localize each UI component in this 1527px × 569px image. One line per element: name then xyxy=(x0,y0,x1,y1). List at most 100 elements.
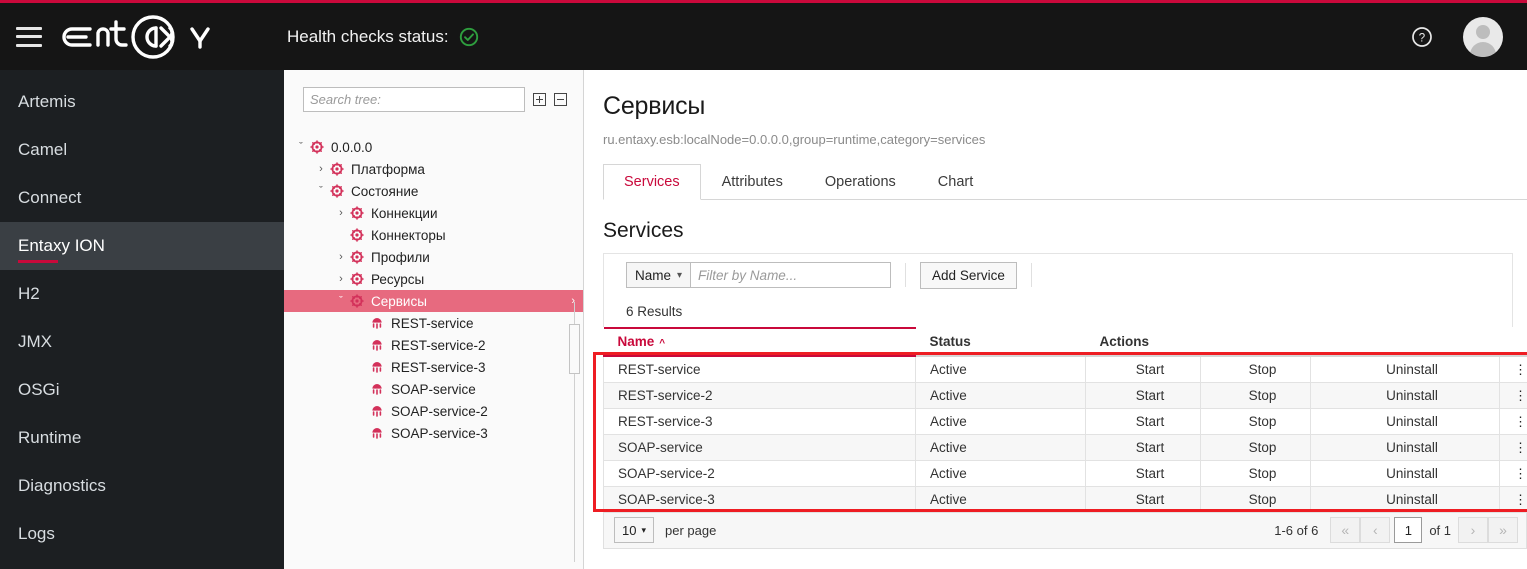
table-row[interactable]: REST-service Active Start Stop Uninstall ⋮ xyxy=(603,355,1527,383)
entaxy-logo[interactable] xyxy=(60,3,235,70)
tree-node[interactable]: SOAP-service-3 xyxy=(284,422,583,444)
tree-node[interactable]: › Профили xyxy=(284,246,583,268)
start-button[interactable]: Start xyxy=(1085,459,1201,487)
tab-chart[interactable]: Chart xyxy=(917,164,994,200)
tree-search-input[interactable] xyxy=(303,87,525,112)
filter-field-select[interactable]: Name ▾ xyxy=(626,262,692,288)
tree-node[interactable]: SOAP-service-2 xyxy=(284,400,583,422)
table-row[interactable]: REST-service-3 Active Start Stop Uninstall ⋮ xyxy=(603,407,1527,435)
start-button[interactable]: Start xyxy=(1085,433,1201,461)
stop-button[interactable]: Stop xyxy=(1200,381,1311,409)
kebab-menu-icon[interactable]: ⋮ xyxy=(1498,433,1527,461)
prev-page-button[interactable]: ‹ xyxy=(1360,517,1391,543)
stop-button[interactable]: Stop xyxy=(1200,355,1311,383)
sidebar-item-diagnostics[interactable]: Diagnostics xyxy=(0,462,284,510)
filter-input[interactable] xyxy=(691,262,892,288)
tab-attributes[interactable]: Attributes xyxy=(701,164,804,200)
profiles-icon xyxy=(348,250,366,264)
uninstall-button[interactable]: Uninstall xyxy=(1310,381,1500,409)
sidebar-item-camel[interactable]: Camel xyxy=(0,126,284,174)
kebab-menu-icon[interactable]: ⋮ xyxy=(1498,381,1527,409)
health-checks-status: Health checks status: xyxy=(287,27,479,47)
chevron-down-icon[interactable]: ˇ xyxy=(334,295,348,307)
collapse-all-icon[interactable] xyxy=(554,93,567,106)
tree-node[interactable]: REST-service-2 xyxy=(284,334,583,356)
sidebar-item-logs[interactable]: Logs xyxy=(0,510,284,558)
chevron-right-icon[interactable]: › xyxy=(334,273,348,285)
cell-name: REST-service-3 xyxy=(603,407,916,435)
tree-node-label: Коннекции xyxy=(371,205,438,221)
sidebar-item-runtime[interactable]: Runtime xyxy=(0,414,284,462)
tree-node[interactable]: REST-service-3 xyxy=(284,356,583,378)
start-button[interactable]: Start xyxy=(1085,485,1201,513)
sidebar-item-label: Artemis xyxy=(18,92,76,111)
column-header-status[interactable]: Status xyxy=(915,327,1086,357)
services-toolbar: Name ▾ Add Service xyxy=(603,253,1513,296)
table-row[interactable]: SOAP-service-3 Active Start Stop Uninstall ⋮ xyxy=(603,485,1527,513)
kebab-menu-icon[interactable]: ⋮ xyxy=(1498,485,1527,513)
stop-button[interactable]: Stop xyxy=(1200,459,1311,487)
sidebar-item-entaxy-ion[interactable]: Entaxy ION xyxy=(0,222,284,270)
chevron-right-icon[interactable]: › xyxy=(334,251,348,263)
main-content: Сервисы ru.entaxy.esb:localNode=0.0.0.0,… xyxy=(585,70,1527,569)
tree-scrollbar-thumb[interactable] xyxy=(569,324,580,374)
start-button[interactable]: Start xyxy=(1085,407,1201,435)
table-row[interactable]: SOAP-service-2 Active Start Stop Uninstall ⋮ xyxy=(603,459,1527,487)
sidebar-item-osgi[interactable]: OSGi xyxy=(0,366,284,414)
service-icon xyxy=(368,316,386,330)
uninstall-button[interactable]: Uninstall xyxy=(1310,485,1500,513)
uninstall-button[interactable]: Uninstall xyxy=(1310,355,1500,383)
add-service-button[interactable]: Add Service xyxy=(920,261,1017,289)
sort-asc-icon: ^ xyxy=(659,338,666,349)
start-button[interactable]: Start xyxy=(1085,381,1201,409)
page-size-select[interactable]: 10 ▾ xyxy=(614,517,654,543)
table-row[interactable]: REST-service-2 Active Start Stop Uninstall ⋮ xyxy=(603,381,1527,409)
tree-node[interactable]: › Ресурсы xyxy=(284,268,583,290)
sidebar-item-connect[interactable]: Connect xyxy=(0,174,284,222)
sidebar-item-artemis[interactable]: Artemis xyxy=(0,78,284,126)
chevron-right-icon[interactable]: › xyxy=(334,207,348,219)
tree-node[interactable]: ˇ Сервисы › xyxy=(284,290,583,312)
help-circle-icon[interactable]: ? xyxy=(1411,26,1433,48)
tree-node[interactable]: › Платформа xyxy=(284,158,583,180)
column-header-name[interactable]: Name ^ xyxy=(603,327,916,357)
chevron-down-icon[interactable]: ˇ xyxy=(294,141,308,153)
tree-node[interactable]: ˇ Состояние xyxy=(284,180,583,202)
tree-scrollbar[interactable] xyxy=(569,302,580,562)
sidebar-item-jmx[interactable]: JMX xyxy=(0,318,284,366)
tree-node[interactable]: Коннекторы xyxy=(284,224,583,246)
state-icon xyxy=(328,184,346,198)
sidebar-item-h2[interactable]: H2 xyxy=(0,270,284,318)
tab-services[interactable]: Services xyxy=(603,164,701,200)
chevron-down-icon[interactable]: ˇ xyxy=(314,185,328,197)
stop-button[interactable]: Stop xyxy=(1200,407,1311,435)
expand-all-icon[interactable] xyxy=(533,93,546,106)
page-number-input[interactable] xyxy=(1394,517,1423,543)
column-label: Name xyxy=(617,334,655,349)
tree-node[interactable]: ˇ 0.0.0.0 xyxy=(284,136,583,158)
stop-button[interactable]: Stop xyxy=(1200,485,1311,513)
table-row[interactable]: SOAP-service Active Start Stop Uninstall ⋮ xyxy=(603,433,1527,461)
kebab-menu-icon[interactable]: ⋮ xyxy=(1498,407,1527,435)
uninstall-button[interactable]: Uninstall xyxy=(1310,407,1500,435)
tree-node-label: Ресурсы xyxy=(371,271,425,287)
tree-node[interactable]: SOAP-service xyxy=(284,378,583,400)
first-page-button[interactable]: « xyxy=(1330,517,1361,543)
user-avatar-icon[interactable] xyxy=(1463,16,1503,57)
tree-node[interactable]: REST-service xyxy=(284,312,583,334)
header-actions: ? xyxy=(1411,16,1503,57)
kebab-menu-icon[interactable]: ⋮ xyxy=(1498,459,1527,487)
next-page-button[interactable]: › xyxy=(1458,517,1488,543)
results-count: 6 Results xyxy=(626,304,683,319)
stop-button[interactable]: Stop xyxy=(1200,433,1311,461)
uninstall-button[interactable]: Uninstall xyxy=(1310,459,1500,487)
tree-node[interactable]: › Коннекции xyxy=(284,202,583,224)
tab-operations[interactable]: Operations xyxy=(804,164,917,200)
chevron-right-icon[interactable]: › xyxy=(314,163,328,175)
start-button[interactable]: Start xyxy=(1085,355,1201,383)
hamburger-icon[interactable] xyxy=(16,26,42,47)
uninstall-button[interactable]: Uninstall xyxy=(1310,433,1500,461)
services-icon xyxy=(348,294,366,308)
kebab-menu-icon[interactable]: ⋮ xyxy=(1498,355,1527,383)
last-page-button[interactable]: » xyxy=(1488,517,1518,543)
